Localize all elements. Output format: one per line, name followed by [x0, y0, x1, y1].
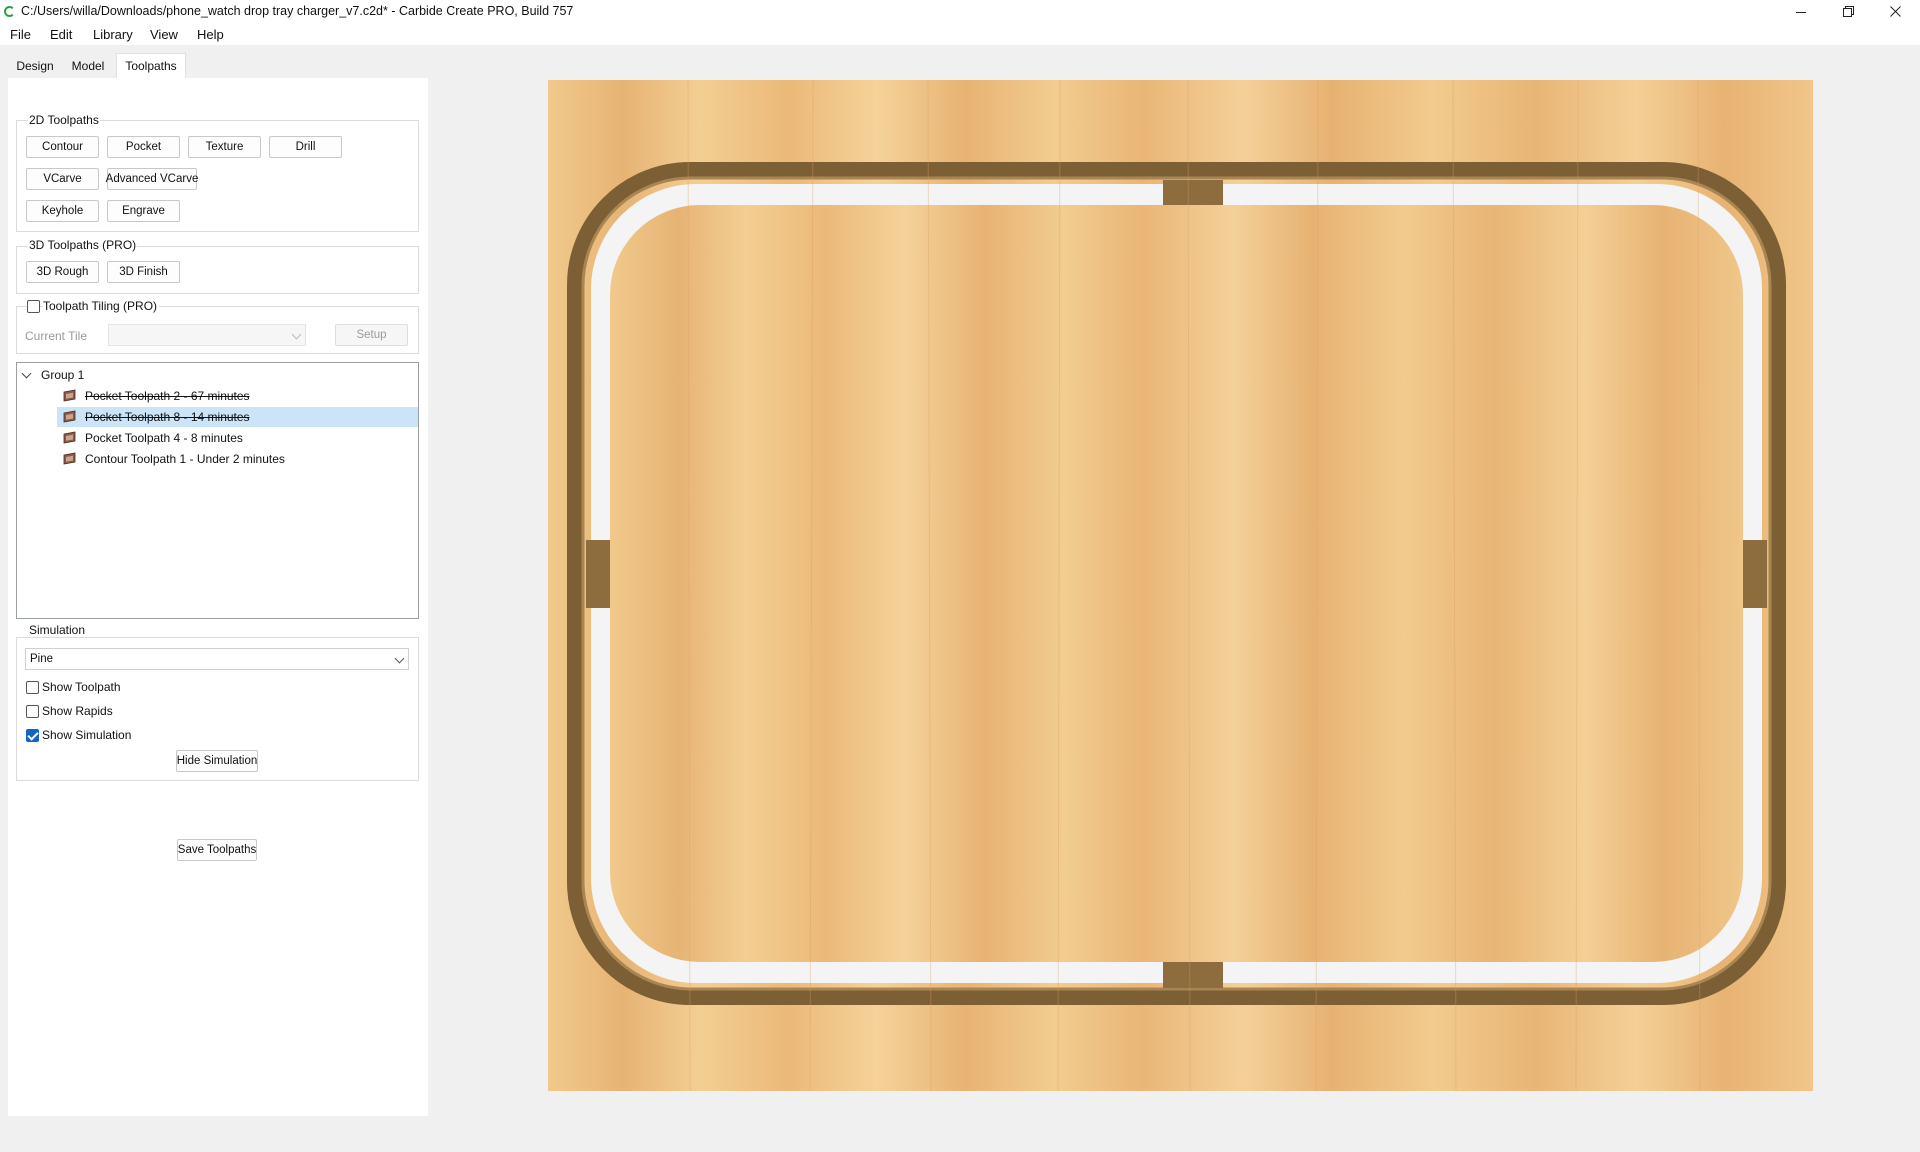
- group-label: Group 1: [41, 368, 85, 382]
- restore-button[interactable]: [1825, 0, 1871, 23]
- vcarve-button[interactable]: VCarve: [26, 168, 99, 190]
- minimize-icon: [1796, 11, 1806, 13]
- material-select[interactable]: Pine: [25, 648, 409, 670]
- tree-item[interactable]: Pocket Toolpath 4 - 8 minutes: [17, 428, 418, 448]
- engrave-button[interactable]: Engrave: [107, 200, 180, 222]
- 2d-toolpaths-title: 2D Toolpaths: [28, 113, 100, 127]
- title-bar: C:/Users/willa/Downloads/phone_watch dro…: [0, 0, 1920, 23]
- show-rapids-label: Show Rapids: [42, 704, 113, 718]
- material-value: Pine: [30, 653, 54, 665]
- drill-button[interactable]: Drill: [269, 136, 342, 158]
- tree-item-label: Pocket Toolpath 4 - 8 minutes: [85, 431, 243, 445]
- tree-group-row[interactable]: Group 1: [17, 365, 418, 385]
- show-toolpath-checkbox[interactable]: [26, 681, 39, 694]
- menu-help[interactable]: Help: [197, 27, 224, 42]
- window-title: C:/Users/willa/Downloads/phone_watch dro…: [21, 4, 574, 18]
- carbide-create-logo-icon: [4, 6, 15, 17]
- tab-left: [586, 540, 610, 608]
- inner-island: [610, 205, 1743, 962]
- tree-item[interactable]: Contour Toolpath 1 - Under 2 minutes: [17, 449, 418, 469]
- toolpath-tiling-label: Toolpath Tiling (PRO): [43, 299, 160, 313]
- pocket-toolpath-icon: [63, 389, 76, 402]
- tree-item-selected[interactable]: Pocket Toolpath 8 - 14 minutes: [17, 407, 418, 427]
- save-toolpaths-button[interactable]: Save Toolpaths: [177, 839, 257, 861]
- chevron-down-icon[interactable]: [21, 368, 32, 379]
- pocket-toolpath-icon: [63, 431, 76, 444]
- toolpath-tree: Group 1 Pocket Toolpath 2 - 67 minutes P…: [16, 362, 419, 619]
- tab-right: [1743, 540, 1767, 608]
- simulation-viewport[interactable]: [548, 80, 1813, 1091]
- tab-design[interactable]: Design: [10, 54, 60, 78]
- current-tile-select[interactable]: [108, 324, 306, 346]
- tab-bottom: [1163, 962, 1223, 988]
- tree-item-label: Pocket Toolpath 2 - 67 minutes: [85, 389, 250, 403]
- show-rapids-checkbox[interactable]: [26, 705, 39, 718]
- tab-model[interactable]: Model: [68, 54, 108, 78]
- pocket-button[interactable]: Pocket: [107, 136, 180, 158]
- show-toolpath-label: Show Toolpath: [42, 680, 121, 694]
- simulation-title: Simulation: [28, 623, 87, 637]
- restore-icon: [1842, 6, 1854, 17]
- tree-item-label: Contour Toolpath 1 - Under 2 minutes: [85, 452, 285, 466]
- contour-toolpath-icon: [63, 452, 76, 465]
- tab-top: [1163, 180, 1223, 206]
- show-simulation-label: Show Simulation: [42, 728, 132, 742]
- tree-item-label: Pocket Toolpath 8 - 14 minutes: [85, 410, 250, 424]
- close-button[interactable]: [1872, 0, 1918, 23]
- toolpath-tiling-checkbox[interactable]: [27, 300, 40, 313]
- texture-button[interactable]: Texture: [188, 136, 261, 158]
- show-simulation-checkbox[interactable]: [26, 729, 39, 742]
- tree-item[interactable]: Pocket Toolpath 2 - 67 minutes: [17, 386, 418, 406]
- tab-toolpaths[interactable]: Toolpaths: [116, 53, 186, 78]
- contour-button[interactable]: Contour: [26, 136, 99, 158]
- 3d-finish-button[interactable]: 3D Finish: [107, 261, 180, 283]
- keyhole-button[interactable]: Keyhole: [26, 200, 99, 222]
- 3d-rough-button[interactable]: 3D Rough: [26, 261, 99, 283]
- menu-bar: File Edit Library View Help: [0, 23, 1920, 45]
- menu-view[interactable]: View: [150, 27, 178, 42]
- setup-button[interactable]: Setup: [335, 324, 408, 346]
- menu-library[interactable]: Library: [93, 27, 133, 42]
- menu-edit[interactable]: Edit: [50, 27, 72, 42]
- advanced-vcarve-button[interactable]: Advanced VCarve: [106, 168, 198, 190]
- chevron-down-icon: [291, 329, 302, 340]
- chevron-down-icon: [394, 653, 405, 664]
- pocket-toolpath-icon: [63, 410, 76, 423]
- hide-simulation-button[interactable]: Hide Simulation: [176, 750, 258, 772]
- current-tile-label: Current Tile: [25, 329, 88, 343]
- menu-file[interactable]: File: [10, 27, 31, 42]
- close-icon: [1889, 6, 1901, 17]
- 3d-toolpaths-title: 3D Toolpaths (PRO): [28, 238, 138, 252]
- minimize-button[interactable]: [1778, 0, 1824, 23]
